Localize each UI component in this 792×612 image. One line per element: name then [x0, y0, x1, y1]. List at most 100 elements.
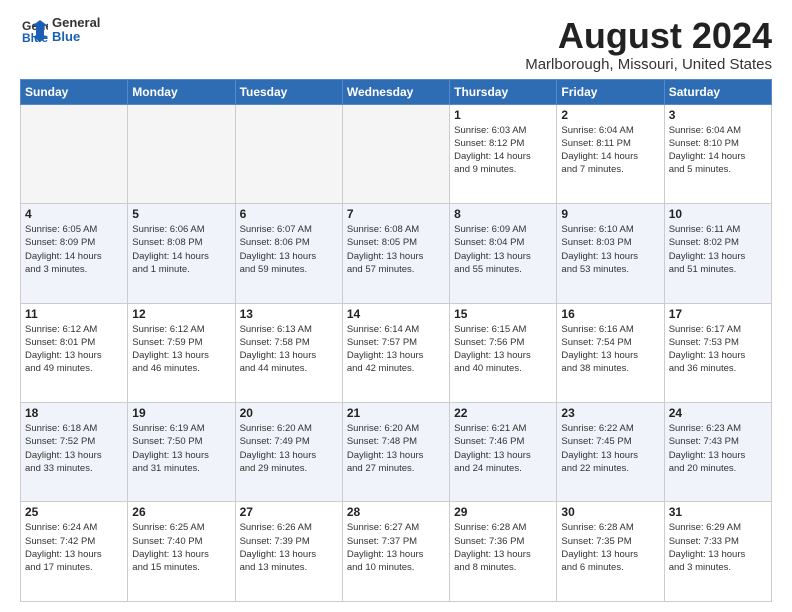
- calendar-week-5: 25Sunrise: 6:24 AM Sunset: 7:42 PM Dayli…: [21, 502, 772, 602]
- day-number: 25: [25, 505, 123, 519]
- calendar-cell: 8 Sunrise: 6:09 AM Sunset: 8:04 PM Daylig…: [450, 204, 557, 303]
- calendar-cell: 2 Sunrise: 6:04 AM Sunset: 8:11 PM Daylig…: [557, 104, 664, 203]
- day-info: Sunrise: 6:12 AM Sunset: 8:01 PM Dayligh…: [25, 323, 123, 376]
- day-number: 15: [454, 307, 552, 321]
- calendar-table: SundayMondayTuesdayWednesdayThursdayFrid…: [20, 79, 772, 602]
- calendar-cell: 25Sunrise: 6:24 AM Sunset: 7:42 PM Dayli…: [21, 502, 128, 602]
- weekday-header-row: SundayMondayTuesdayWednesdayThursdayFrid…: [21, 79, 772, 104]
- day-number: 4: [25, 207, 123, 221]
- day-number: 16: [561, 307, 659, 321]
- day-number: 11: [25, 307, 123, 321]
- day-number: 29: [454, 505, 552, 519]
- day-info: Sunrise: 6:05 AM Sunset: 8:09 PM Dayligh…: [25, 223, 123, 276]
- calendar-cell: 21Sunrise: 6:20 AM Sunset: 7:48 PM Dayli…: [342, 403, 449, 502]
- day-number: 12: [132, 307, 230, 321]
- day-number: 18: [25, 406, 123, 420]
- calendar-week-1: 1 Sunrise: 6:03 AM Sunset: 8:12 PM Daylig…: [21, 104, 772, 203]
- day-number: 10: [669, 207, 767, 221]
- calendar-cell: 27Sunrise: 6:26 AM Sunset: 7:39 PM Dayli…: [235, 502, 342, 602]
- weekday-thursday: Thursday: [450, 79, 557, 104]
- calendar-week-2: 4 Sunrise: 6:05 AM Sunset: 8:09 PM Daylig…: [21, 204, 772, 303]
- day-info: Sunrise: 6:13 AM Sunset: 7:58 PM Dayligh…: [240, 323, 338, 376]
- calendar-cell: [21, 104, 128, 203]
- day-info: Sunrise: 6:11 AM Sunset: 8:02 PM Dayligh…: [669, 223, 767, 276]
- day-info: Sunrise: 6:29 AM Sunset: 7:33 PM Dayligh…: [669, 521, 767, 574]
- day-number: 31: [669, 505, 767, 519]
- subtitle: Marlborough, Missouri, United States: [525, 56, 772, 73]
- day-info: Sunrise: 6:16 AM Sunset: 7:54 PM Dayligh…: [561, 323, 659, 376]
- calendar-cell: 17Sunrise: 6:17 AM Sunset: 7:53 PM Dayli…: [664, 303, 771, 402]
- calendar-cell: 26Sunrise: 6:25 AM Sunset: 7:40 PM Dayli…: [128, 502, 235, 602]
- day-info: Sunrise: 6:18 AM Sunset: 7:52 PM Dayligh…: [25, 422, 123, 475]
- day-info: Sunrise: 6:03 AM Sunset: 8:12 PM Dayligh…: [454, 124, 552, 177]
- day-number: 17: [669, 307, 767, 321]
- calendar-cell: 4 Sunrise: 6:05 AM Sunset: 8:09 PM Daylig…: [21, 204, 128, 303]
- calendar-cell: 30Sunrise: 6:28 AM Sunset: 7:35 PM Dayli…: [557, 502, 664, 602]
- day-number: 28: [347, 505, 445, 519]
- day-number: 2: [561, 108, 659, 122]
- calendar-cell: 22 Sunrise: 6:21 AM Sunset: 7:46 PM Dayli…: [450, 403, 557, 502]
- day-number: 24: [669, 406, 767, 420]
- day-number: 26: [132, 505, 230, 519]
- day-info: Sunrise: 6:09 AM Sunset: 8:04 PM Dayligh…: [454, 223, 552, 276]
- day-info: Sunrise: 6:15 AM Sunset: 7:56 PM Dayligh…: [454, 323, 552, 376]
- calendar-cell: 3Sunrise: 6:04 AM Sunset: 8:10 PM Daylig…: [664, 104, 771, 203]
- logo: General Blue General Blue: [20, 16, 100, 45]
- day-info: Sunrise: 6:08 AM Sunset: 8:05 PM Dayligh…: [347, 223, 445, 276]
- calendar-cell: 23 Sunrise: 6:22 AM Sunset: 7:45 PM Dayli…: [557, 403, 664, 502]
- day-info: Sunrise: 6:20 AM Sunset: 7:49 PM Dayligh…: [240, 422, 338, 475]
- calendar-cell: 1 Sunrise: 6:03 AM Sunset: 8:12 PM Daylig…: [450, 104, 557, 203]
- weekday-tuesday: Tuesday: [235, 79, 342, 104]
- calendar-cell: 19 Sunrise: 6:19 AM Sunset: 7:50 PM Dayli…: [128, 403, 235, 502]
- calendar-cell: [342, 104, 449, 203]
- day-number: 6: [240, 207, 338, 221]
- day-number: 14: [347, 307, 445, 321]
- day-number: 8: [454, 207, 552, 221]
- logo-icon: General Blue: [20, 16, 48, 44]
- day-info: Sunrise: 6:14 AM Sunset: 7:57 PM Dayligh…: [347, 323, 445, 376]
- calendar-cell: 14 Sunrise: 6:14 AM Sunset: 7:57 PM Dayli…: [342, 303, 449, 402]
- day-info: Sunrise: 6:19 AM Sunset: 7:50 PM Dayligh…: [132, 422, 230, 475]
- calendar-cell: 24Sunrise: 6:23 AM Sunset: 7:43 PM Dayli…: [664, 403, 771, 502]
- day-number: 7: [347, 207, 445, 221]
- logo-general: General: [52, 16, 100, 30]
- calendar-cell: 9Sunrise: 6:10 AM Sunset: 8:03 PM Daylig…: [557, 204, 664, 303]
- calendar-cell: 31 Sunrise: 6:29 AM Sunset: 7:33 PM Dayli…: [664, 502, 771, 602]
- day-info: Sunrise: 6:22 AM Sunset: 7:45 PM Dayligh…: [561, 422, 659, 475]
- day-info: Sunrise: 6:28 AM Sunset: 7:35 PM Dayligh…: [561, 521, 659, 574]
- day-number: 5: [132, 207, 230, 221]
- day-number: 23: [561, 406, 659, 420]
- calendar-cell: 15 Sunrise: 6:15 AM Sunset: 7:56 PM Dayli…: [450, 303, 557, 402]
- calendar-cell: 10 Sunrise: 6:11 AM Sunset: 8:02 PM Dayli…: [664, 204, 771, 303]
- day-info: Sunrise: 6:21 AM Sunset: 7:46 PM Dayligh…: [454, 422, 552, 475]
- day-info: Sunrise: 6:04 AM Sunset: 8:11 PM Dayligh…: [561, 124, 659, 177]
- day-number: 1: [454, 108, 552, 122]
- day-number: 21: [347, 406, 445, 420]
- calendar-cell: [128, 104, 235, 203]
- day-number: 20: [240, 406, 338, 420]
- day-number: 9: [561, 207, 659, 221]
- calendar-cell: 16 Sunrise: 6:16 AM Sunset: 7:54 PM Dayli…: [557, 303, 664, 402]
- calendar-cell: 18 Sunrise: 6:18 AM Sunset: 7:52 PM Dayli…: [21, 403, 128, 502]
- page: General Blue General Blue August 2024 Ma…: [0, 0, 792, 612]
- calendar-week-4: 18 Sunrise: 6:18 AM Sunset: 7:52 PM Dayli…: [21, 403, 772, 502]
- day-info: Sunrise: 6:07 AM Sunset: 8:06 PM Dayligh…: [240, 223, 338, 276]
- day-number: 19: [132, 406, 230, 420]
- calendar-cell: 12Sunrise: 6:12 AM Sunset: 7:59 PM Dayli…: [128, 303, 235, 402]
- day-number: 22: [454, 406, 552, 420]
- calendar-week-3: 11 Sunrise: 6:12 AM Sunset: 8:01 PM Dayli…: [21, 303, 772, 402]
- weekday-sunday: Sunday: [21, 79, 128, 104]
- calendar-cell: 11 Sunrise: 6:12 AM Sunset: 8:01 PM Dayli…: [21, 303, 128, 402]
- title-block: August 2024 Marlborough, Missouri, Unite…: [525, 16, 772, 73]
- main-title: August 2024: [525, 16, 772, 56]
- calendar-cell: 20 Sunrise: 6:20 AM Sunset: 7:49 PM Dayli…: [235, 403, 342, 502]
- header: General Blue General Blue August 2024 Ma…: [20, 16, 772, 73]
- weekday-friday: Friday: [557, 79, 664, 104]
- day-info: Sunrise: 6:06 AM Sunset: 8:08 PM Dayligh…: [132, 223, 230, 276]
- weekday-monday: Monday: [128, 79, 235, 104]
- calendar-cell: 6 Sunrise: 6:07 AM Sunset: 8:06 PM Daylig…: [235, 204, 342, 303]
- day-number: 27: [240, 505, 338, 519]
- calendar-cell: 5 Sunrise: 6:06 AM Sunset: 8:08 PM Daylig…: [128, 204, 235, 303]
- calendar-cell: 13Sunrise: 6:13 AM Sunset: 7:58 PM Dayli…: [235, 303, 342, 402]
- calendar-cell: 28Sunrise: 6:27 AM Sunset: 7:37 PM Dayli…: [342, 502, 449, 602]
